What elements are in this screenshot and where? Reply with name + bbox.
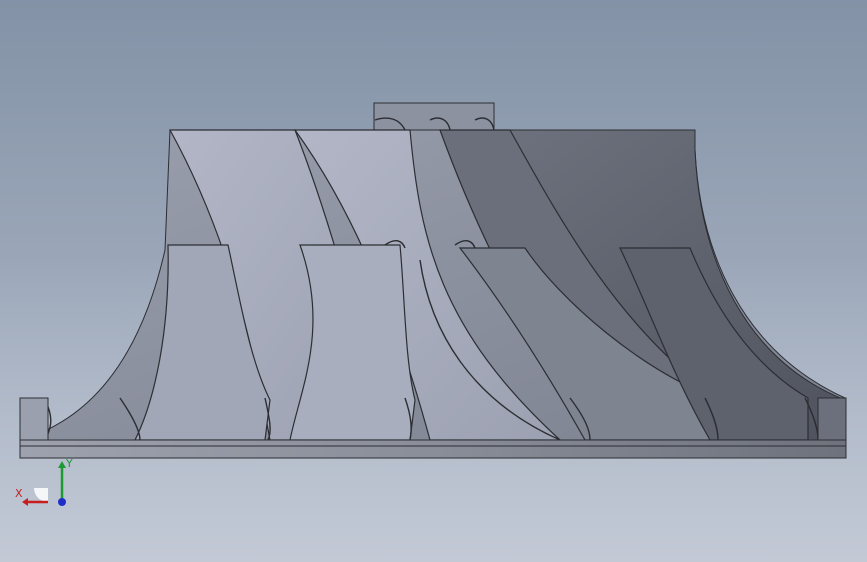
hub-boss — [373, 102, 495, 131]
y-axis-label: Y — [65, 457, 73, 470]
impeller-model[interactable] — [0, 0, 867, 562]
graphics-viewport[interactable]: X Y — [0, 0, 867, 562]
base-right-step — [817, 397, 847, 441]
x-axis-label: X — [15, 487, 23, 500]
z-axis-dot — [58, 498, 66, 506]
coordinate-triad: X Y — [15, 457, 73, 506]
impeller-base — [19, 439, 847, 459]
base-left-step — [19, 397, 49, 441]
